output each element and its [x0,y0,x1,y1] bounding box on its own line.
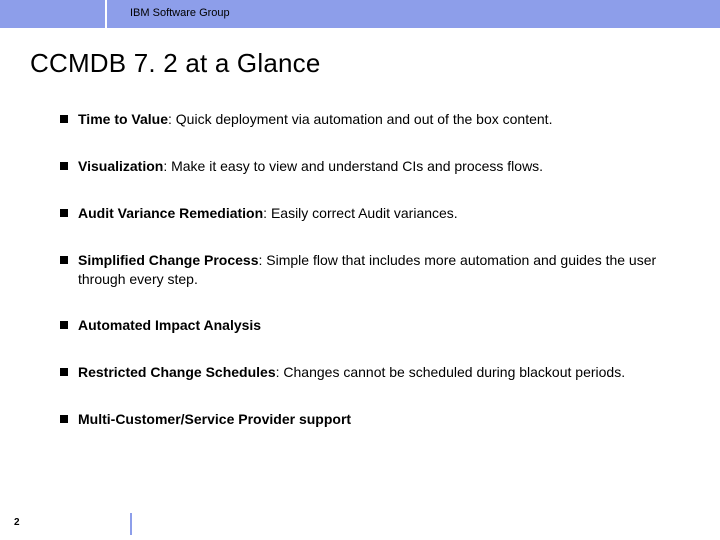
list-item-rest: : Easily correct Audit variances. [263,205,458,221]
list-item: Time to Value: Quick deployment via auto… [60,110,670,129]
list-item-body: Simplified Change Process: Simple flow t… [78,251,670,289]
header-band: IBM Software Group [0,0,720,28]
square-bullet-icon [60,209,68,217]
list-item-body: Audit Variance Remediation: Easily corre… [78,204,458,223]
list-item: Visualization: Make it easy to view and … [60,157,670,176]
list-item-label: Visualization [78,158,163,174]
list-item-body: Multi-Customer/Service Provider support [78,410,351,429]
list-item-label: Multi-Customer/Service Provider support [78,411,351,427]
square-bullet-icon [60,368,68,376]
list-item: Audit Variance Remediation: Easily corre… [60,204,670,223]
page-number: 2 [14,517,20,528]
list-item-label: Simplified Change Process [78,252,259,268]
list-item-rest: : Changes cannot be scheduled during bla… [276,364,625,380]
list-item: Automated Impact Analysis [60,316,670,335]
bullet-list: Time to Value: Quick deployment via auto… [60,110,670,457]
square-bullet-icon [60,415,68,423]
list-item-rest: : Quick deployment via automation and ou… [168,111,552,127]
list-item-label: Audit Variance Remediation [78,205,263,221]
header-group-label: IBM Software Group [130,7,230,19]
vertical-divider-top [105,0,107,28]
list-item: Multi-Customer/Service Provider support [60,410,670,429]
square-bullet-icon [60,162,68,170]
list-item-rest: : Make it easy to view and understand CI… [163,158,543,174]
square-bullet-icon [60,321,68,329]
list-item: Simplified Change Process: Simple flow t… [60,251,670,289]
footer-band: 2 [0,512,720,540]
square-bullet-icon [60,256,68,264]
square-bullet-icon [60,115,68,123]
list-item-label: Automated Impact Analysis [78,317,261,333]
slide-title: CCMDB 7. 2 at a Glance [30,48,321,79]
list-item-label: Restricted Change Schedules [78,364,276,380]
list-item: Restricted Change Schedules: Changes can… [60,363,670,382]
list-item-body: Automated Impact Analysis [78,316,261,335]
list-item-body: Time to Value: Quick deployment via auto… [78,110,552,129]
list-item-body: Visualization: Make it easy to view and … [78,157,543,176]
vertical-divider-bottom [130,513,132,535]
list-item-label: Time to Value [78,111,168,127]
list-item-body: Restricted Change Schedules: Changes can… [78,363,625,382]
